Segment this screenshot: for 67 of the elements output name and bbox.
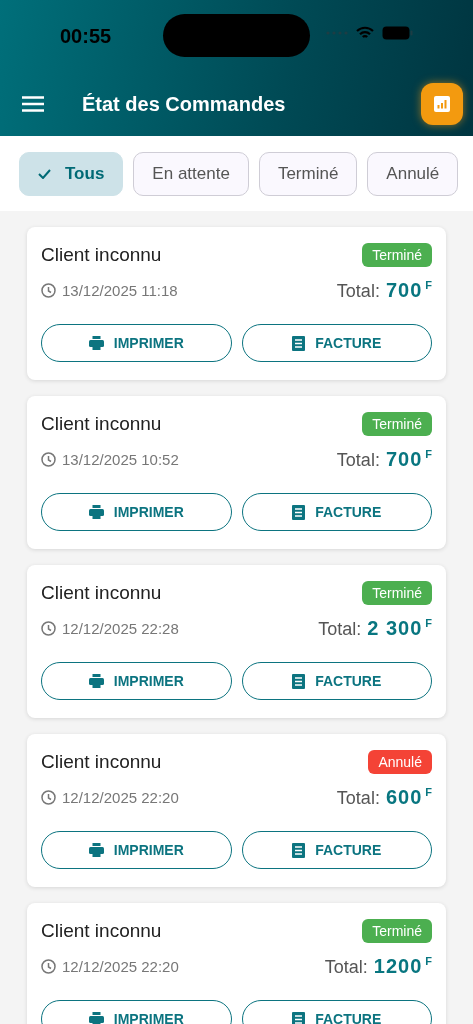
menu-icon[interactable] xyxy=(22,96,44,112)
total-amount: 2 300 xyxy=(367,617,423,640)
clock-icon xyxy=(41,452,56,467)
stats-button[interactable] xyxy=(421,83,463,125)
clock-icon xyxy=(41,959,56,974)
page-title: État des Commandes xyxy=(82,92,287,116)
clock-icon xyxy=(41,621,56,636)
client-name: Client inconnu xyxy=(41,413,162,435)
order-date: 12/12/2025 22:20 xyxy=(62,958,179,975)
total-label: Total: xyxy=(324,957,368,978)
invoice-button[interactable]: FACTURE xyxy=(241,324,432,362)
status-badge: Terminé xyxy=(362,412,432,436)
status-badge: Annulé xyxy=(368,750,432,774)
client-name: Client inconnu xyxy=(41,751,162,773)
status-badge: Terminé xyxy=(362,919,432,943)
invoice-button[interactable]: FACTURE xyxy=(241,1000,432,1024)
invoice-button[interactable]: FACTURE xyxy=(241,831,432,869)
status-badge: Terminé xyxy=(362,581,432,605)
invoice-button[interactable]: FACTURE xyxy=(241,662,432,700)
total-label: Total: xyxy=(336,788,380,809)
order-date: 12/12/2025 22:28 xyxy=(62,620,179,637)
currency-label: F xyxy=(425,786,432,798)
printer-icon xyxy=(88,1012,104,1024)
print-button[interactable]: IMPRIMER xyxy=(41,662,232,700)
printer-icon xyxy=(88,843,104,857)
battery-icon xyxy=(382,26,413,40)
filter-chip[interactable]: En attente xyxy=(133,151,249,196)
client-name: Client inconnu xyxy=(41,920,162,942)
filter-chip[interactable]: Tous xyxy=(19,151,124,196)
print-button[interactable]: IMPRIMER xyxy=(41,493,232,531)
document-icon xyxy=(292,1011,306,1024)
filter-chip[interactable]: Terminé xyxy=(258,151,358,196)
invoice-button[interactable]: FACTURE xyxy=(241,493,432,531)
print-button[interactable]: IMPRIMER xyxy=(41,1000,232,1024)
total-label: Total: xyxy=(336,281,380,302)
check-icon xyxy=(38,168,51,179)
status-badge: Terminé xyxy=(362,243,432,267)
document-icon xyxy=(292,335,306,351)
client-name: Client inconnu xyxy=(41,244,162,266)
wifi-icon xyxy=(356,26,374,40)
total-amount: 1200 xyxy=(373,955,423,978)
clock-icon xyxy=(41,283,56,298)
total-amount: 700 xyxy=(385,279,423,302)
print-button[interactable]: IMPRIMER xyxy=(41,831,232,869)
currency-label: F xyxy=(425,955,432,967)
total-amount: 600 xyxy=(385,786,423,809)
printer-icon xyxy=(88,674,104,688)
filter-chip[interactable]: Annulé xyxy=(367,151,459,196)
document-icon xyxy=(292,673,306,689)
print-button[interactable]: IMPRIMER xyxy=(41,324,232,362)
status-time: 00:55 xyxy=(60,24,113,48)
currency-label: F xyxy=(425,279,432,291)
bar-chart-icon xyxy=(434,96,450,112)
document-icon xyxy=(292,842,306,858)
currency-label: F xyxy=(425,448,432,460)
clock-icon xyxy=(41,790,56,805)
order-date: 13/12/2025 10:52 xyxy=(62,451,179,468)
currency-label: F xyxy=(425,617,432,629)
printer-icon xyxy=(88,336,104,350)
total-label: Total: xyxy=(336,450,380,471)
total-amount: 700 xyxy=(385,448,423,471)
document-icon xyxy=(292,504,306,520)
total-label: Total: xyxy=(318,619,362,640)
order-date: 12/12/2025 22:20 xyxy=(62,789,179,806)
client-name: Client inconnu xyxy=(41,582,162,604)
printer-icon xyxy=(88,505,104,519)
order-date: 13/12/2025 11:18 xyxy=(62,282,178,299)
